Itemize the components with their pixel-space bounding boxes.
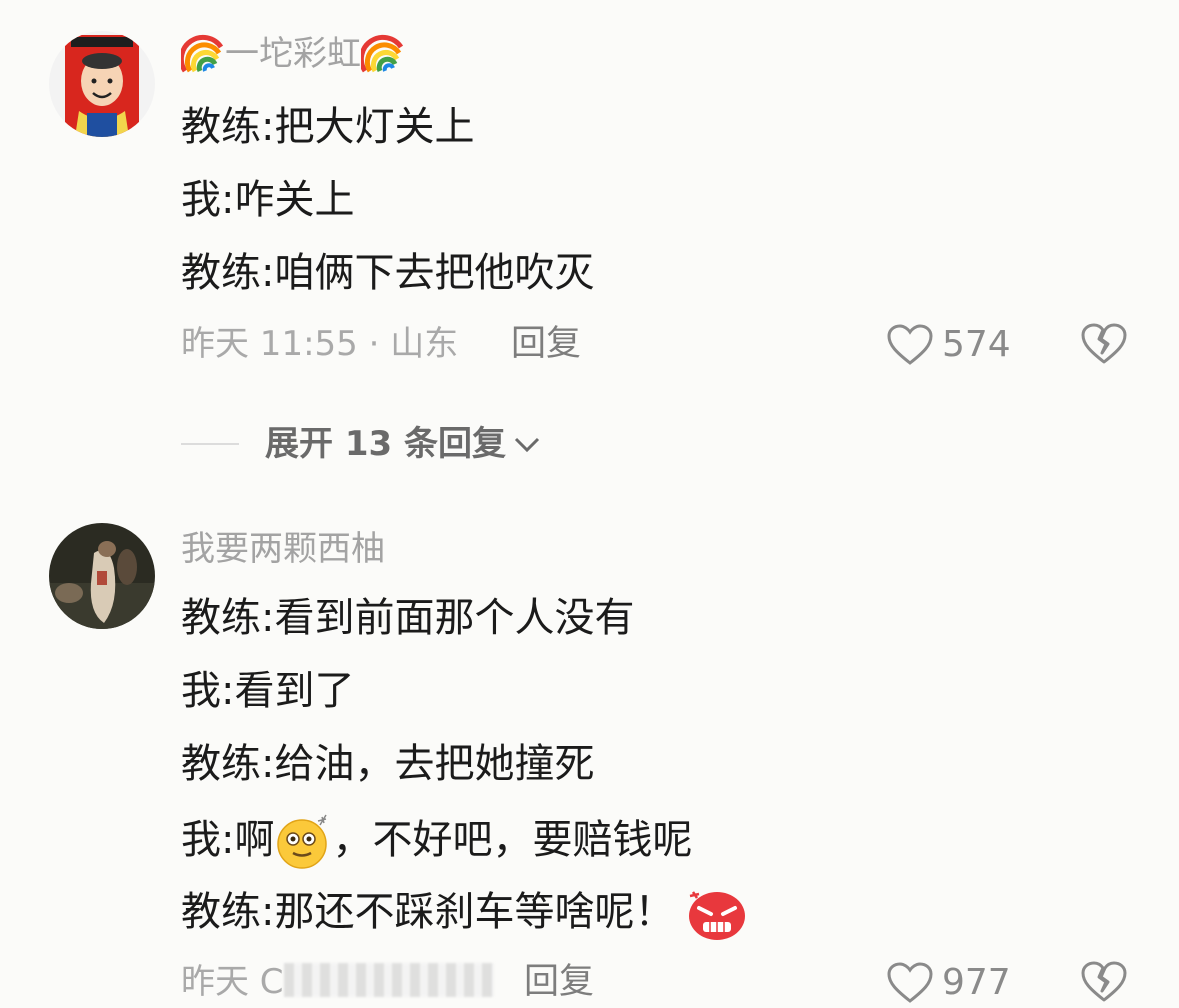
comment-line: 教练:那还不踩刹车等啥呢！ [181, 886, 747, 942]
comment-text: 我:啊 [181, 817, 275, 863]
heart-outline-icon [887, 324, 933, 365]
like-count: 574 [942, 324, 1011, 365]
comment-line: 教练:看到前面那个人没有 [181, 595, 635, 641]
comment-line: 我:咋关上 [181, 177, 355, 223]
username[interactable]: 我要两颗西柚 [181, 529, 385, 569]
comment-line: 教练:咱俩下去把他吹灭 [181, 250, 595, 296]
heart-outline-icon [887, 962, 933, 1003]
like-button[interactable]: 977 [886, 962, 1011, 1004]
rainbow-icon [181, 34, 224, 73]
username[interactable]: 一坨彩虹 [181, 33, 405, 74]
avatar[interactable] [49, 31, 155, 137]
comment-text: ，不好吧，要赔钱呢 [332, 817, 693, 863]
comment-line: 教练:给油，去把她撞死 [181, 741, 595, 787]
comment-line: 教练:把大灯关上 [181, 104, 475, 150]
like-button[interactable]: 574 [886, 324, 1011, 366]
avatar[interactable] [49, 523, 155, 629]
comment-line: 我:看到了 [181, 668, 355, 714]
expand-replies-label: 展开 13 条回复 [265, 424, 506, 464]
obscured-text [283, 963, 494, 997]
angry-face-emoji [689, 891, 746, 940]
rainbow-icon [361, 34, 404, 73]
comment-line: 我:啊 ，不好吧，要赔钱呢 [181, 813, 692, 871]
reply-button[interactable]: 回复 [511, 324, 581, 364]
divider [181, 443, 239, 445]
chevron-down-icon [514, 437, 540, 453]
expand-replies-button[interactable]: 展开 13 条回复 [181, 424, 544, 464]
reply-button[interactable]: 回复 [524, 962, 594, 1002]
comment-time-location: 昨天 11:55 · 山东 [181, 324, 459, 364]
dislike-button[interactable] [1080, 322, 1128, 370]
comment-time-location: 昨天 C [181, 962, 494, 1002]
broken-heart-icon [1081, 961, 1127, 1002]
comment-time-text: 昨天 C [181, 962, 284, 1002]
like-count: 977 [942, 962, 1011, 1003]
username-text: 一坨彩虹 [225, 34, 361, 74]
dislike-button[interactable] [1080, 960, 1128, 1008]
broken-heart-icon [1081, 323, 1127, 364]
comment-text: 教练:那还不踩刹车等啥呢！ [181, 889, 675, 935]
dizzy-face-emoji [277, 814, 328, 869]
